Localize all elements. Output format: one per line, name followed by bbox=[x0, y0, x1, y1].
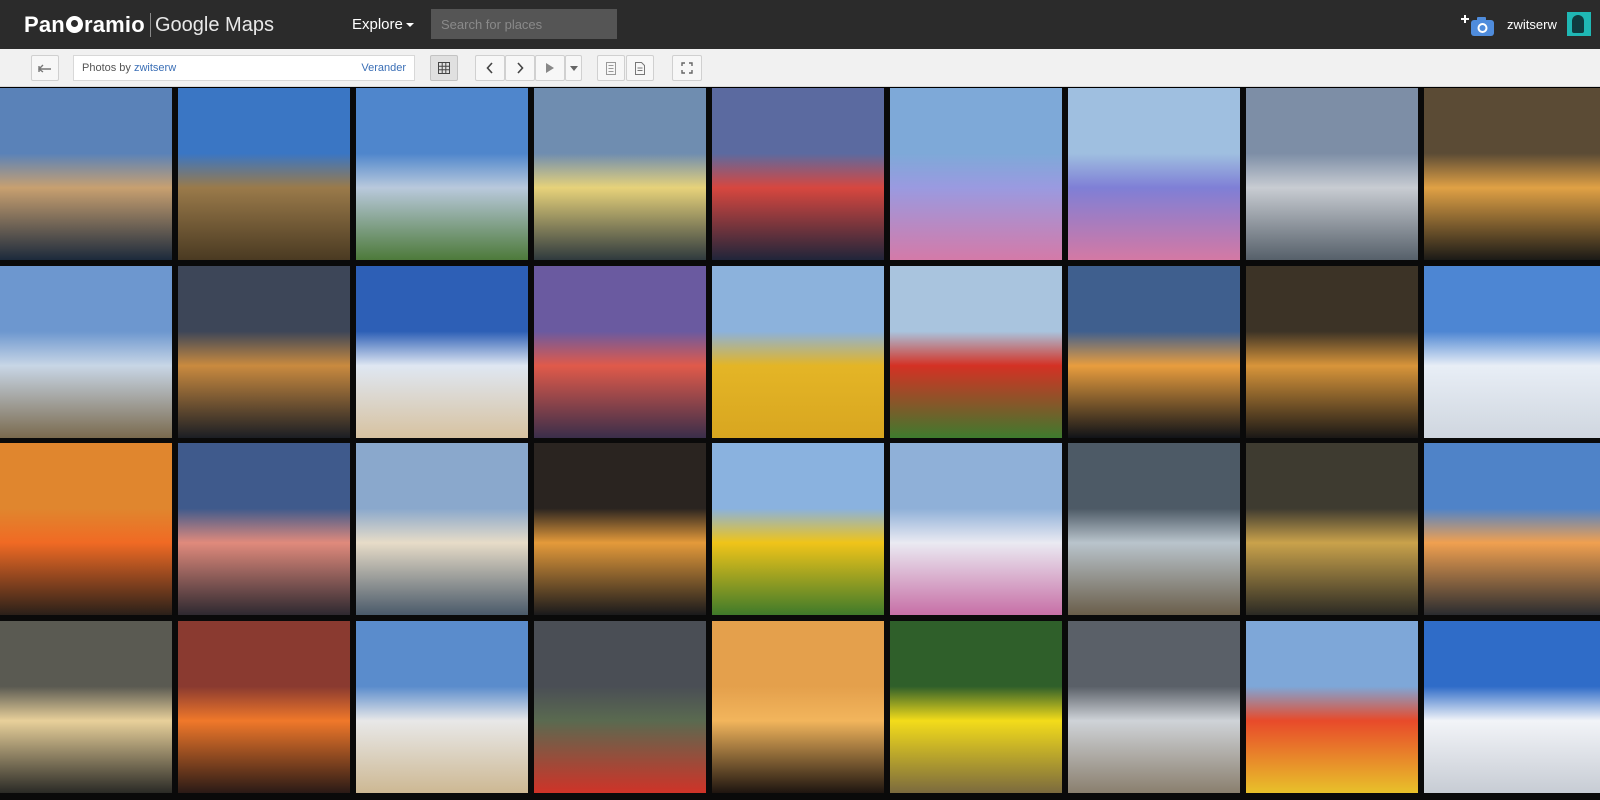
photo-thumbnail[interactable] bbox=[890, 88, 1062, 260]
logo-text-start: Pan bbox=[24, 12, 65, 37]
slideshow-options-button[interactable] bbox=[565, 55, 582, 81]
photo-thumbnail[interactable] bbox=[1424, 266, 1600, 438]
fullscreen-icon bbox=[681, 62, 693, 74]
photo-thumbnail[interactable] bbox=[0, 621, 172, 793]
fullscreen-button[interactable] bbox=[672, 55, 702, 81]
play-icon bbox=[546, 63, 554, 73]
photo-thumbnail[interactable] bbox=[356, 621, 528, 793]
explore-label: Explore bbox=[352, 16, 403, 33]
photo-thumbnail[interactable] bbox=[1068, 266, 1240, 438]
upload-photo-icon[interactable] bbox=[1460, 12, 1496, 38]
photo-thumbnail[interactable] bbox=[890, 621, 1062, 793]
grid-view-button[interactable] bbox=[430, 55, 458, 81]
photo-thumbnail[interactable] bbox=[178, 443, 350, 615]
photo-thumbnail[interactable] bbox=[712, 621, 884, 793]
chevron-left-icon bbox=[486, 62, 493, 74]
logo-text-end: ramio bbox=[83, 12, 145, 37]
list-view-button[interactable] bbox=[597, 55, 625, 81]
toolbar: Photos by zwitserw Verander bbox=[0, 49, 1600, 87]
photo-thumbnail[interactable] bbox=[712, 88, 884, 260]
photo-thumbnail[interactable] bbox=[0, 443, 172, 615]
avatar[interactable] bbox=[1567, 12, 1591, 36]
photo-thumbnail[interactable] bbox=[890, 266, 1062, 438]
photo-thumbnail[interactable] bbox=[356, 266, 528, 438]
photo-thumbnail[interactable] bbox=[1068, 621, 1240, 793]
photo-thumbnail[interactable] bbox=[178, 621, 350, 793]
photos-by-label: Photos by zwitserw bbox=[82, 62, 176, 74]
photo-thumbnail[interactable] bbox=[534, 88, 706, 260]
top-header: Pan ramio Google Maps Explore zwitserw bbox=[0, 0, 1600, 49]
chevron-down-icon bbox=[569, 65, 578, 71]
google-maps-link[interactable]: Google Maps bbox=[155, 14, 274, 37]
photos-by-field: Photos by zwitserw Verander bbox=[73, 55, 415, 81]
photo-thumbnail[interactable] bbox=[1246, 443, 1418, 615]
photo-thumbnail[interactable] bbox=[1068, 443, 1240, 615]
photo-thumbnail[interactable] bbox=[712, 443, 884, 615]
photo-thumbnail[interactable] bbox=[1068, 88, 1240, 260]
document-icon bbox=[635, 61, 645, 75]
photo-thumbnail[interactable] bbox=[1246, 266, 1418, 438]
photo-thumbnail[interactable] bbox=[890, 443, 1062, 615]
photo-thumbnail[interactable] bbox=[712, 266, 884, 438]
photo-thumbnail[interactable] bbox=[1424, 88, 1600, 260]
photo-thumbnail[interactable] bbox=[534, 266, 706, 438]
back-arrow-icon bbox=[38, 64, 51, 73]
change-user-link[interactable]: Verander bbox=[361, 62, 406, 74]
back-button[interactable] bbox=[31, 55, 59, 81]
document-view-button[interactable] bbox=[626, 55, 654, 81]
photo-thumbnail[interactable] bbox=[0, 266, 172, 438]
photo-thumbnail[interactable] bbox=[1424, 443, 1600, 615]
slideshow-play-button[interactable] bbox=[535, 55, 565, 81]
username-link[interactable]: zwitserw bbox=[1507, 17, 1557, 32]
panoramio-logo[interactable]: Pan ramio bbox=[24, 12, 145, 38]
next-button[interactable] bbox=[505, 55, 535, 81]
photo-thumbnail[interactable] bbox=[534, 621, 706, 793]
photo-thumbnail[interactable] bbox=[356, 88, 528, 260]
photo-thumbnail[interactable] bbox=[356, 443, 528, 615]
previous-button[interactable] bbox=[475, 55, 505, 81]
photo-thumbnail[interactable] bbox=[0, 88, 172, 260]
list-icon bbox=[606, 61, 616, 75]
explore-menu[interactable]: Explore bbox=[352, 16, 414, 33]
grid-icon bbox=[438, 62, 450, 74]
logo-divider bbox=[150, 13, 151, 37]
photo-thumbnail[interactable] bbox=[534, 443, 706, 615]
photo-grid bbox=[0, 88, 1600, 800]
chevron-right-icon bbox=[517, 62, 524, 74]
logo-pin-icon bbox=[65, 16, 83, 33]
photo-thumbnail[interactable] bbox=[1246, 621, 1418, 793]
photo-thumbnail[interactable] bbox=[1246, 88, 1418, 260]
chevron-down-icon bbox=[405, 23, 414, 28]
search-input[interactable] bbox=[431, 9, 617, 39]
photo-thumbnail[interactable] bbox=[1424, 621, 1600, 793]
photos-by-prefix: Photos by bbox=[82, 62, 134, 74]
photo-thumbnail[interactable] bbox=[178, 266, 350, 438]
photo-thumbnail[interactable] bbox=[178, 88, 350, 260]
photos-by-user-link[interactable]: zwitserw bbox=[134, 62, 176, 74]
